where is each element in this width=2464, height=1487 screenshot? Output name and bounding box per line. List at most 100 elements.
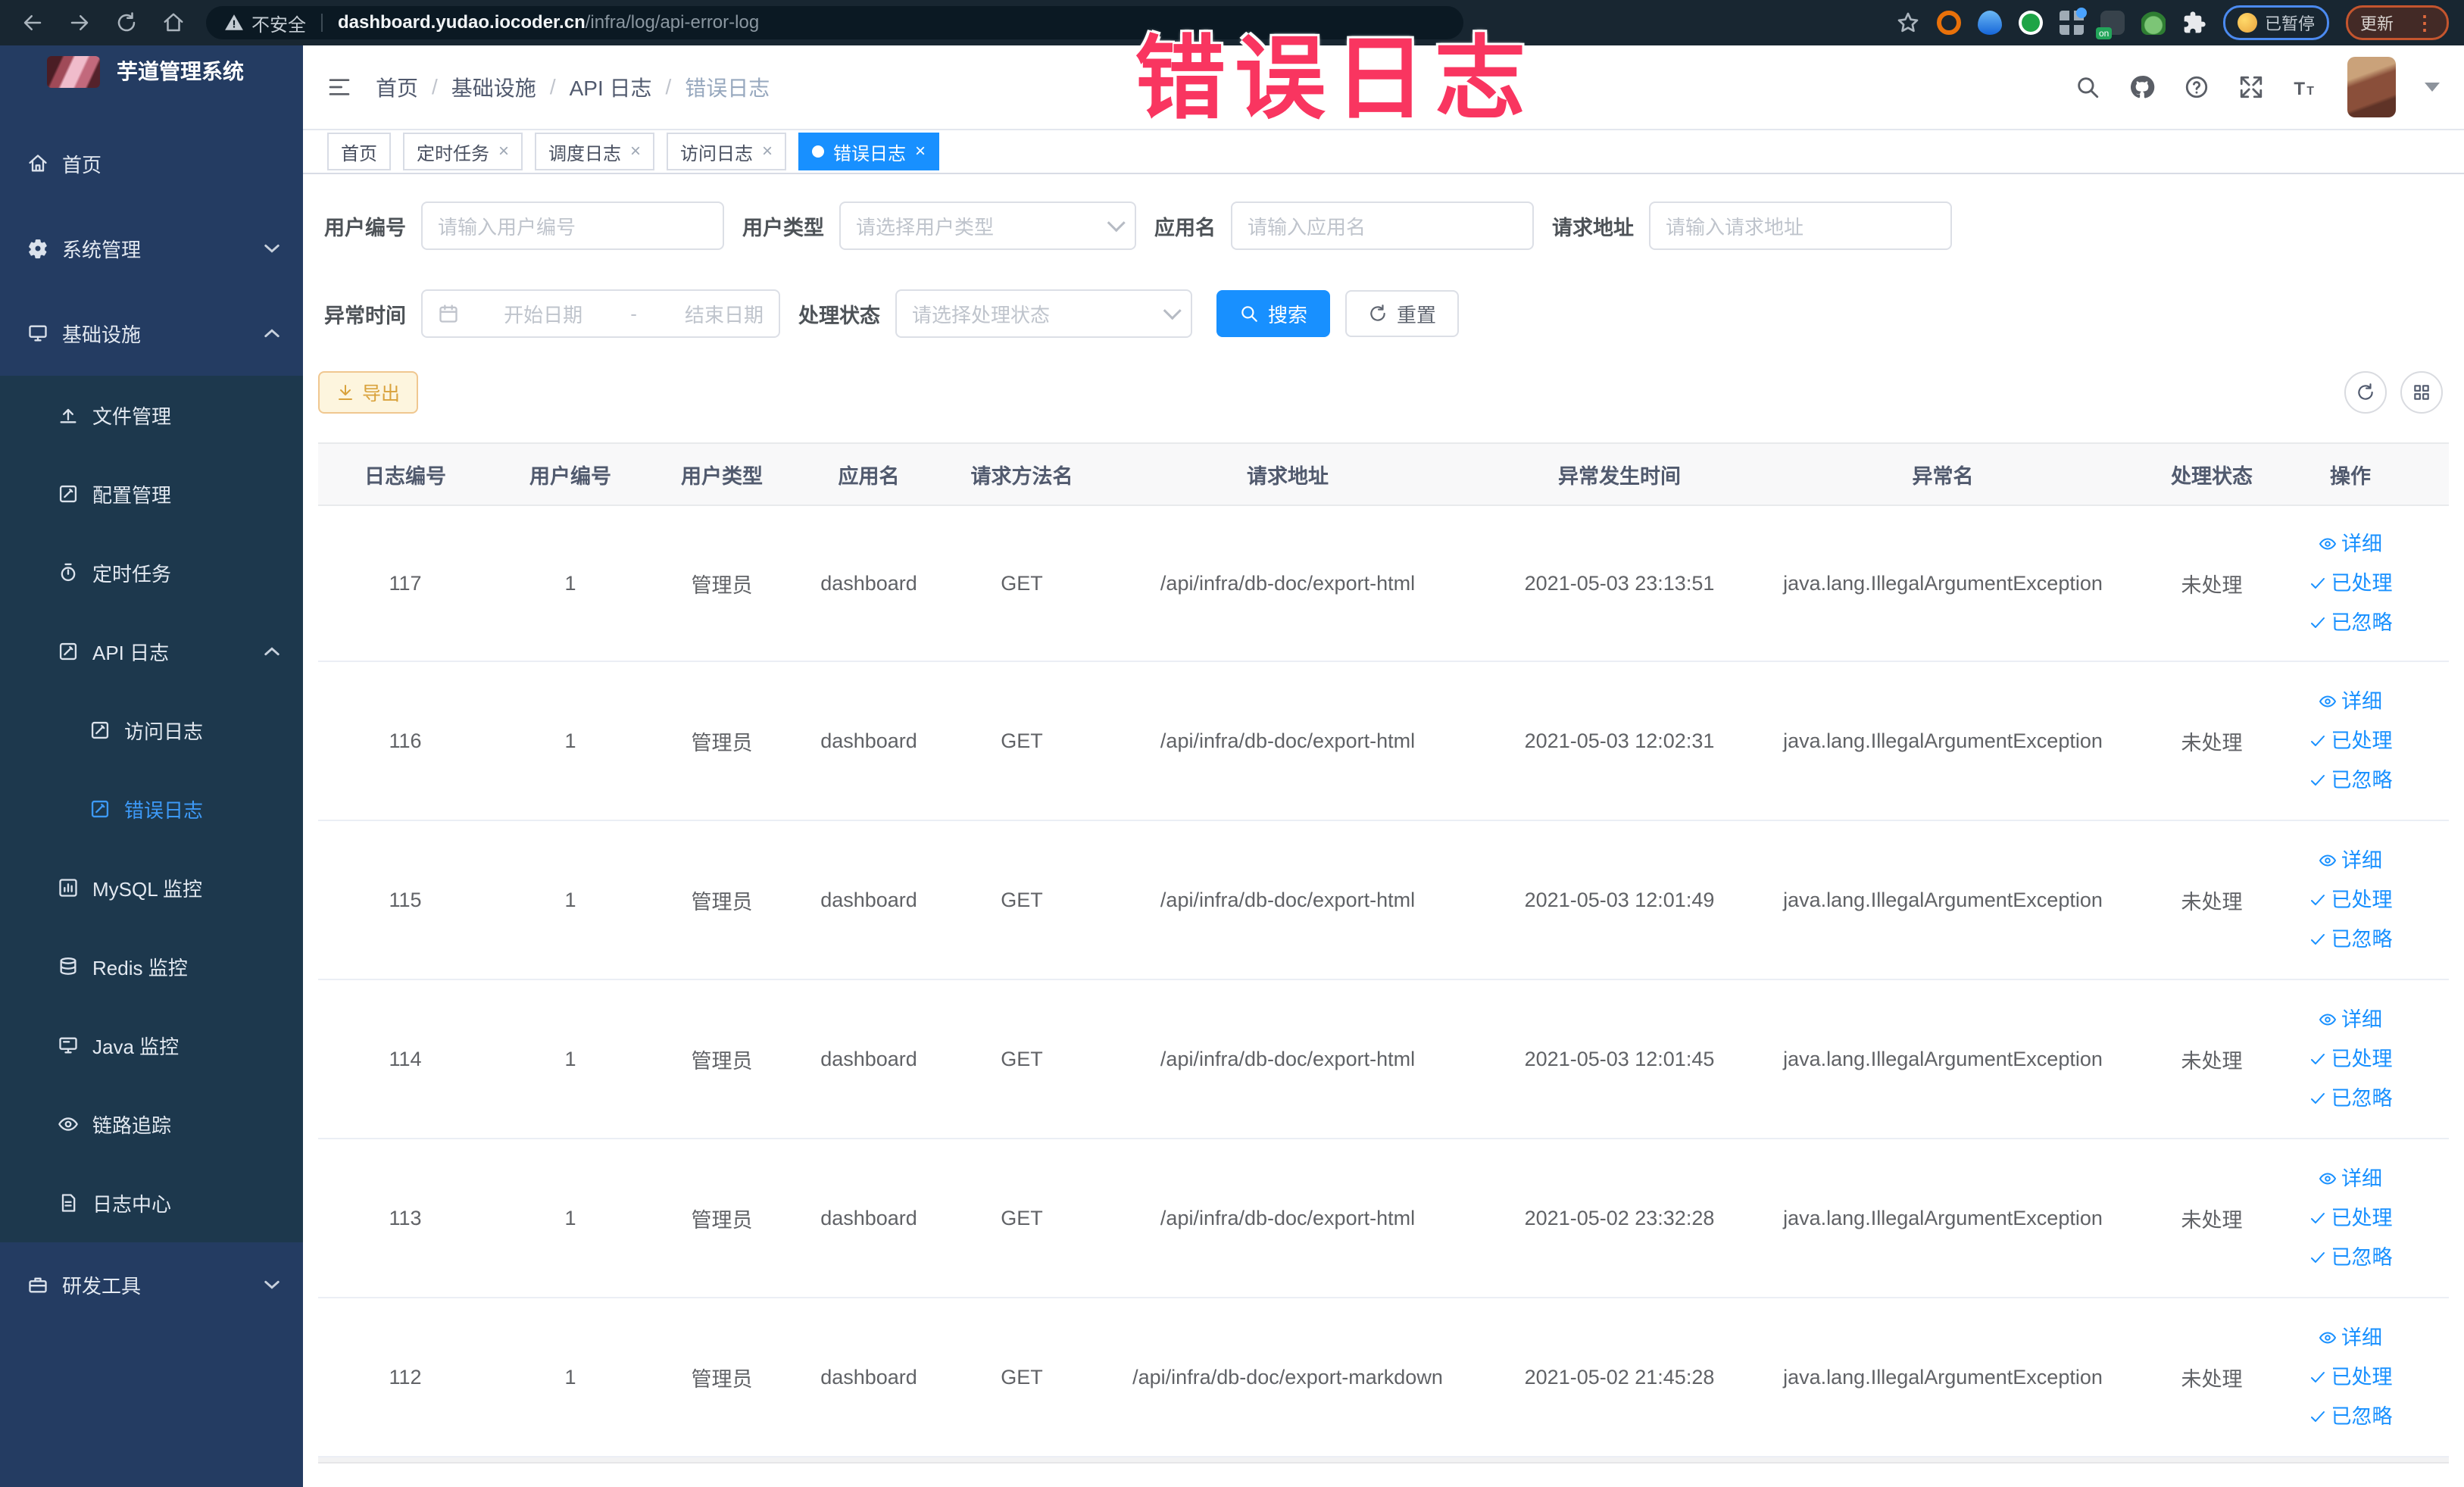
tab-错误日志[interactable]: 错误日志 × — [798, 133, 940, 170]
refresh-button[interactable] — [2344, 371, 2387, 414]
tab-首页[interactable]: 首页 — [327, 133, 391, 170]
sidebar-logo[interactable]: 芋道管理系统 — [0, 45, 303, 121]
extension-icon-1[interactable] — [1936, 11, 1961, 35]
home-icon — [27, 153, 48, 174]
action-已忽略[interactable]: 已忽略 — [2309, 920, 2393, 959]
sidebar-item-9[interactable]: MySQL 监控 — [0, 848, 303, 927]
cell-4-7: java.lang.IllegalArgumentException — [1783, 1206, 2103, 1229]
tab-调度日志[interactable]: 调度日志 × — [535, 133, 655, 170]
date-range-input[interactable]: 开始日期 - 结束日期 — [421, 289, 780, 338]
sidebar-item-3[interactable]: 文件管理 — [0, 376, 303, 455]
sidebar-item-2[interactable]: 基础设施 — [0, 291, 303, 376]
tab-访问日志[interactable]: 访问日志 × — [667, 133, 787, 170]
bookmark-star-icon[interactable] — [1896, 11, 1920, 35]
extension-icon-6[interactable] — [2141, 11, 2166, 35]
extension-icon-5[interactable]: on — [2095, 11, 2125, 39]
action-已处理[interactable]: 已处理 — [2309, 880, 2393, 920]
action-已处理[interactable]: 已处理 — [2309, 1198, 2393, 1238]
extension-icon-3[interactable] — [2018, 11, 2043, 35]
action-详细[interactable]: 详细 — [2319, 682, 2382, 721]
cell-5-1: 1 — [564, 1365, 576, 1389]
chart-icon — [58, 877, 79, 898]
tab-label: 调度日志 — [548, 143, 622, 164]
sidebar-item-4[interactable]: 配置管理 — [0, 455, 303, 533]
request-url-input[interactable]: 请输入请求地址 — [1649, 201, 1952, 250]
close-icon[interactable]: × — [630, 141, 641, 162]
breadcrumb-item-0[interactable]: 首页 — [376, 72, 418, 102]
extension-icon-4[interactable] — [2059, 8, 2087, 35]
sidebar-item-13[interactable]: 日志中心 — [0, 1164, 303, 1242]
table-row-115: 115 1 管理员 dashboard GET/api/infra/db-doc/exp… — [318, 821, 2449, 980]
caret-down-icon[interactable] — [2425, 83, 2440, 92]
sidebar-item-6[interactable]: API 日志 — [0, 612, 303, 691]
action-已忽略[interactable]: 已忽略 — [2309, 1079, 2393, 1118]
action-已忽略[interactable]: 已忽略 — [2309, 603, 2393, 642]
watermark-annotation: 错误日志 — [1135, 28, 1535, 130]
sidebar-item-5[interactable]: 定时任务 — [0, 533, 303, 612]
action-已处理[interactable]: 已处理 — [2309, 1357, 2393, 1397]
update-badge[interactable]: 更新 ⋮ — [2345, 5, 2449, 40]
user-type-select[interactable]: 请选择用户类型 — [839, 201, 1136, 250]
export-button[interactable]: 导出 — [318, 371, 419, 414]
action-已处理[interactable]: 已处理 — [2309, 1039, 2393, 1079]
action-已忽略[interactable]: 已忽略 — [2309, 1397, 2393, 1436]
cell-5-3: dashboard — [820, 1365, 917, 1389]
action-详细[interactable]: 详细 — [2319, 841, 2382, 880]
action-已忽略[interactable]: 已忽略 — [2309, 1238, 2393, 1277]
home-icon[interactable] — [162, 11, 185, 34]
sidebar-item-7[interactable]: 访问日志 — [0, 691, 303, 770]
action-已忽略[interactable]: 已忽略 — [2309, 761, 2393, 800]
action-已处理[interactable]: 已处理 — [2309, 721, 2393, 761]
sidebar-item-14[interactable]: 研发工具 — [0, 1242, 303, 1327]
breadcrumb-item-1[interactable]: 基础设施 — [451, 72, 536, 102]
hamburger-icon[interactable] — [303, 75, 376, 99]
cell-0-7: java.lang.IllegalArgumentException — [1783, 571, 2103, 595]
svg-text:T: T — [2294, 79, 2305, 99]
sidebar-item-12[interactable]: 链路追踪 — [0, 1085, 303, 1164]
user-id-input[interactable]: 请输入用户编号 — [421, 201, 724, 250]
exception-time-label: 异常时间 — [324, 304, 406, 327]
extension-icon-2[interactable] — [1977, 11, 2002, 35]
search-button[interactable]: 搜索 — [1216, 290, 1331, 337]
breadcrumb-item-2[interactable]: API 日志 — [570, 72, 652, 102]
sidebar-item-11[interactable]: Java 监控 — [0, 1006, 303, 1085]
app-name-input[interactable]: 请输入应用名 — [1231, 201, 1534, 250]
eye-icon — [2319, 851, 2337, 870]
sidebar-item-1[interactable]: 系统管理 — [0, 206, 303, 291]
action-详细[interactable]: 详细 — [2319, 1159, 2382, 1198]
sidebar-item-label: 文件管理 — [92, 405, 172, 428]
process-status-select[interactable]: 请选择处理状态 — [895, 289, 1192, 338]
action-详细[interactable]: 详细 — [2319, 524, 2382, 564]
forward-icon[interactable] — [68, 11, 91, 34]
sidebar-item-10[interactable]: Redis 监控 — [0, 927, 303, 1006]
back-icon[interactable] — [21, 11, 44, 34]
action-详细[interactable]: 详细 — [2319, 1318, 2382, 1357]
paused-badge[interactable]: 已暂停 — [2222, 5, 2329, 40]
cell-3-6: 2021-05-03 12:01:45 — [1524, 1047, 1715, 1070]
reset-button[interactable]: 重置 — [1345, 290, 1460, 337]
sidebar-item-0[interactable]: 首页 — [0, 121, 303, 206]
close-icon[interactable]: × — [762, 141, 773, 162]
check-icon — [2309, 891, 2327, 909]
extensions-puzzle-icon[interactable] — [2182, 11, 2206, 35]
kebab-menu-icon[interactable]: ⋮ — [2415, 11, 2434, 35]
fullscreen-icon[interactable] — [2238, 74, 2264, 100]
sidebar-item-label: 定时任务 — [92, 562, 172, 586]
sidebar-item-8[interactable]: 错误日志 — [0, 770, 303, 848]
font-size-icon[interactable]: TT — [2293, 74, 2319, 100]
reload-icon[interactable] — [115, 11, 138, 34]
action-已处理[interactable]: 已处理 — [2309, 564, 2393, 603]
help-icon[interactable] — [2184, 74, 2209, 100]
search-icon[interactable] — [2075, 74, 2100, 100]
cell-1-5: /api/infra/db-doc/export-html — [1160, 729, 1416, 752]
github-icon[interactable] — [2129, 74, 2155, 100]
app-name-label: 应用名 — [1154, 216, 1216, 239]
columns-button[interactable] — [2400, 371, 2443, 414]
tab-定时任务[interactable]: 定时任务 × — [403, 133, 523, 170]
avatar[interactable] — [2347, 57, 2396, 117]
action-详细[interactable]: 详细 — [2319, 1000, 2382, 1039]
filter-user-type: 用户类型 请选择用户类型 — [736, 201, 1136, 250]
close-icon[interactable]: × — [915, 141, 926, 162]
sidebar-item-label: 日志中心 — [92, 1192, 172, 1216]
close-icon[interactable]: × — [498, 141, 509, 162]
